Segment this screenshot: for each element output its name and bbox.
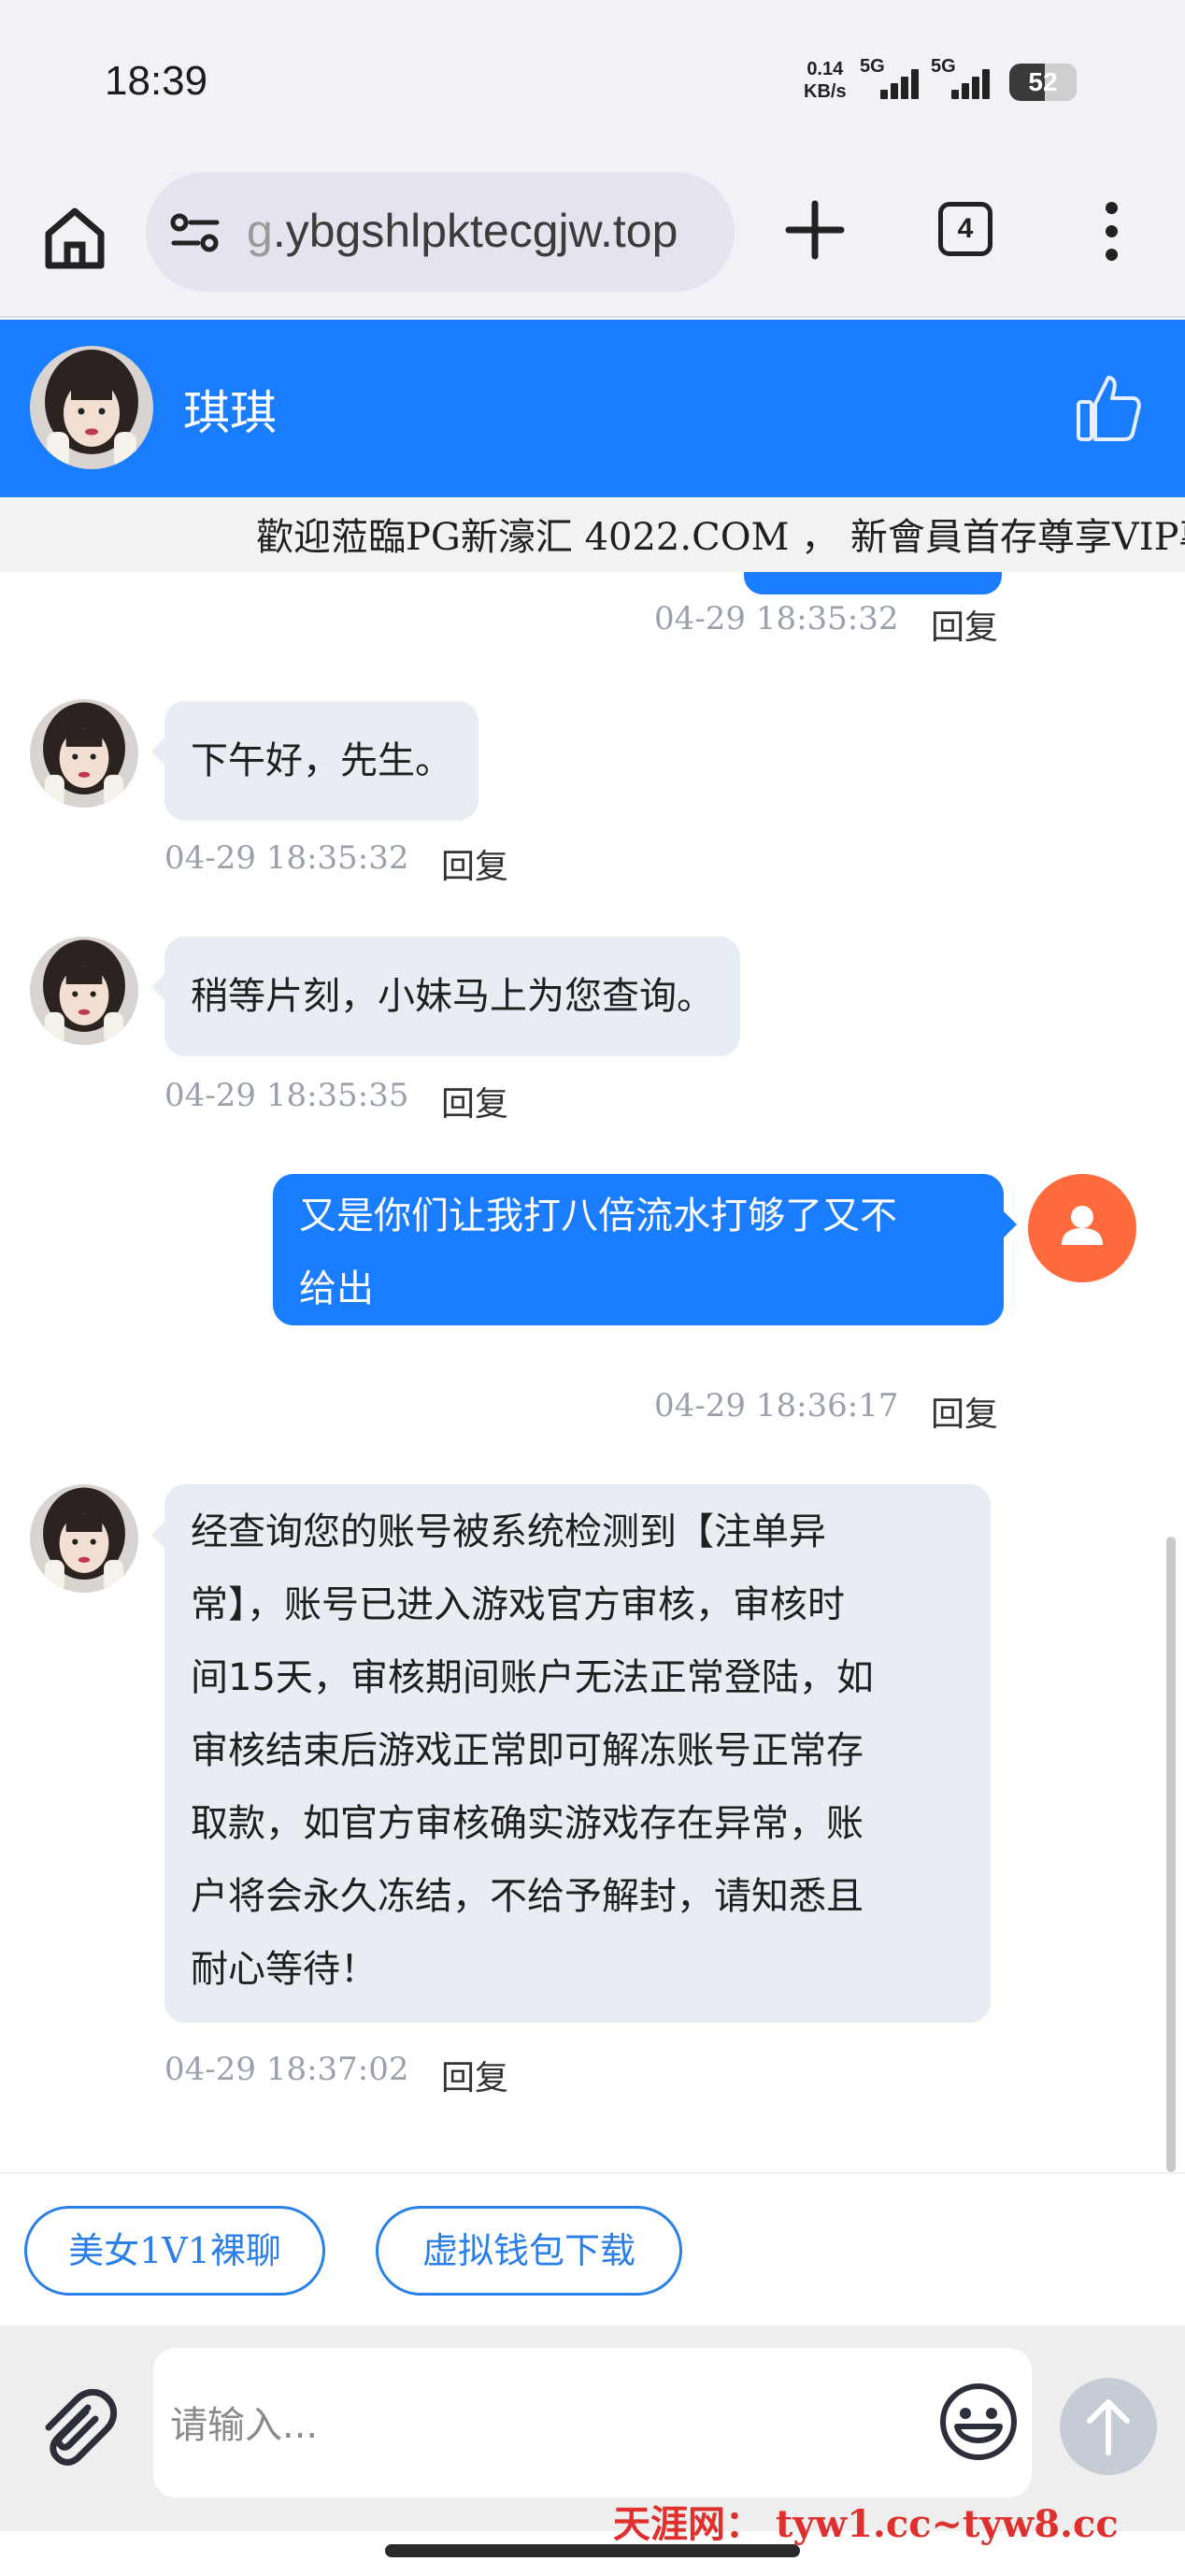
announcement-marquee: 歡迎蒞臨PG新濠汇 4022.COM ， 新會員首存尊享VIP專 — [0, 497, 1185, 572]
send-button[interactable] — [1060, 2378, 1157, 2475]
message-input[interactable]: 请输入... — [153, 2348, 1032, 2497]
reply-link[interactable]: 回复 — [441, 839, 508, 888]
signal-icon: 5G — [860, 56, 920, 103]
site-settings-icon[interactable] — [170, 209, 221, 256]
scrollbar[interactable] — [1166, 1537, 1176, 2172]
message-time: 04-29 18:36:17 — [654, 1387, 899, 1424]
network-speed: 0.14 KB/s — [804, 59, 847, 102]
message-time: 04-29 18:35:35 — [164, 1077, 409, 1114]
status-time: 18:39 — [105, 58, 208, 104]
tab-switcher-button[interactable]: 4 — [938, 202, 992, 256]
signal-icon: 5G — [931, 56, 991, 103]
status-bar: 18:39 0.14 KB/s 5G 5G 52 — [0, 0, 1185, 168]
message-time: 04-29 18:37:02 — [164, 2051, 409, 2088]
outgoing-bubble-partial — [744, 572, 1002, 594]
message-time: 04-29 18:35:32 — [654, 600, 899, 637]
agent-avatar[interactable] — [30, 346, 153, 469]
more-menu-button[interactable] — [1093, 202, 1131, 262]
outgoing-message: 又是你们让我打八倍流水打够了又不 给出 — [273, 1174, 1017, 1325]
arrow-up-icon — [1087, 2399, 1130, 2455]
emoji-button[interactable] — [936, 2380, 1021, 2464]
new-tab-button[interactable] — [781, 196, 849, 264]
message-time: 04-29 18:35:32 — [164, 839, 409, 877]
user-icon — [1062, 1206, 1103, 1245]
home-icon — [45, 208, 105, 269]
agent-avatar[interactable] — [30, 699, 138, 808]
reply-link[interactable]: 回复 — [931, 1387, 998, 1436]
battery-icon: 52 — [1009, 64, 1077, 101]
agent-avatar[interactable] — [30, 1484, 138, 1593]
address-bar[interactable]: g.ybgshlpktecgjw.top — [146, 172, 735, 292]
announcement-text: 歡迎蒞臨PG新濠汇 4022.COM ， 新會員首存尊享VIP專 — [256, 516, 1185, 559]
home-button[interactable] — [37, 200, 112, 275]
user-avatar[interactable] — [1028, 1174, 1136, 1282]
plus-icon — [785, 200, 845, 260]
incoming-message: 下午好，先生。 — [151, 701, 478, 821]
home-indicator[interactable] — [385, 2544, 800, 2557]
thumbs-up-icon — [1077, 376, 1141, 441]
url-text[interactable]: g.ybgshlpktecgjw.top — [247, 204, 678, 258]
reply-link[interactable]: 回复 — [441, 1077, 508, 1125]
agent-avatar[interactable] — [30, 937, 138, 1045]
reply-link[interactable]: 回复 — [931, 600, 998, 649]
reply-link[interactable]: 回复 — [441, 2051, 508, 2099]
input-placeholder: 请输入... — [170, 2404, 319, 2447]
watermark: 天涯网： tyw1.cc~tyw8.cc — [613, 2502, 1119, 2546]
attachment-button[interactable] — [34, 2387, 118, 2471]
incoming-message: 经查询您的账号被系统检测到【注单异 常】，账号已进入游戏官方审核，审核时 间15… — [151, 1484, 991, 2023]
smiley-icon — [940, 2383, 1017, 2460]
quick-reply-bar: 美女1V1裸聊 虚拟钱包下载 — [0, 2172, 1185, 2326]
agent-name: 琪琪 — [183, 386, 277, 440]
message-list[interactable]: 04-29 18:35:32 回复 下午好，先生。 04-29 18:35:32… — [0, 572, 1185, 2172]
quick-reply-button[interactable]: 虚拟钱包下载 — [376, 2206, 682, 2296]
quick-reply-button[interactable]: 美女1V1裸聊 — [24, 2206, 325, 2296]
paperclip-icon — [45, 2388, 118, 2466]
chat-header: 琪琪 — [0, 320, 1185, 497]
like-button[interactable] — [1075, 370, 1142, 445]
incoming-message: 稍等片刻，小妹马上为您查询。 — [151, 937, 740, 1056]
browser-toolbar: g.ybgshlpktecgjw.top 4 — [0, 168, 1185, 318]
